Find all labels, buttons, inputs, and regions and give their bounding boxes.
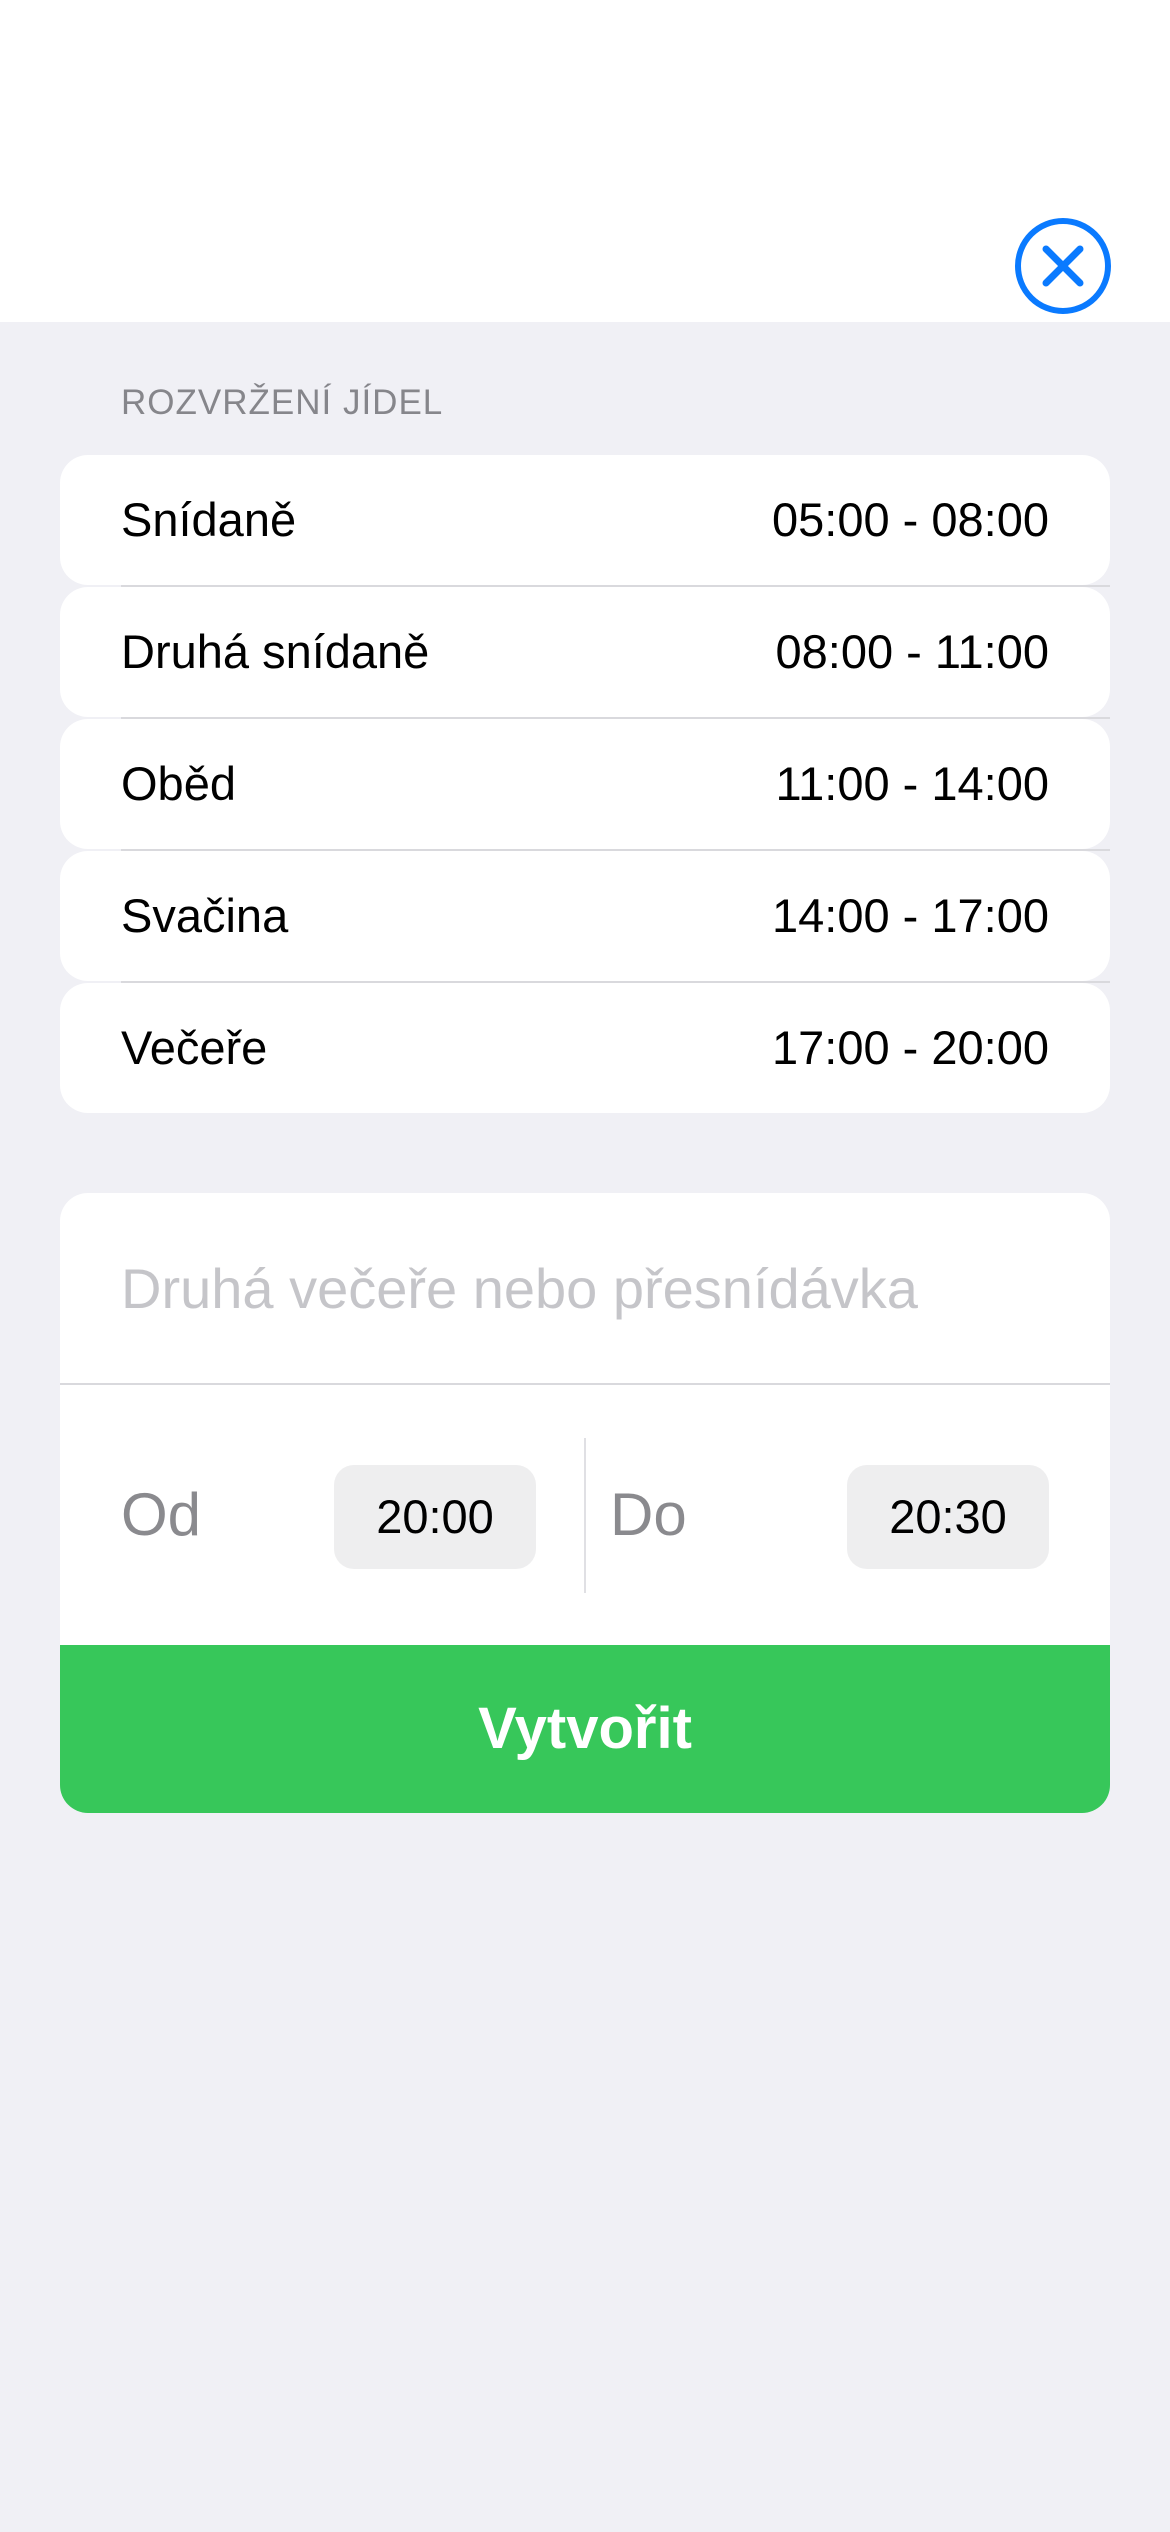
close-circle-icon: [1015, 218, 1111, 314]
to-time-picker[interactable]: 20:30: [847, 1465, 1049, 1569]
from-time-picker[interactable]: 20:00: [334, 1465, 536, 1569]
meal-list: Snídaně 05:00 - 08:00 Druhá snídaně 08:0…: [60, 455, 1110, 1115]
meal-name: Svačina: [121, 889, 289, 942]
meal-name: Druhá snídaně: [121, 625, 430, 678]
meal-name-input[interactable]: [60, 1193, 1110, 1383]
new-meal-form: Od 20:00 Do 20:30 Vytvořit: [60, 1193, 1110, 1813]
top-bar: [0, 0, 1170, 322]
meal-row-svacina[interactable]: Svačina 14:00 - 17:00: [60, 851, 1110, 983]
meal-row-vecere[interactable]: Večeře 17:00 - 20:00: [60, 983, 1110, 1113]
to-label: Do: [610, 1481, 687, 1548]
meal-time-range: 08:00 - 11:00: [775, 625, 1049, 678]
section-title: ROZVRŽENÍ JÍDEL: [121, 383, 444, 422]
time-divider: [584, 1438, 586, 1593]
meal-name: Večeře: [121, 1021, 268, 1074]
meal-time-range: 11:00 - 14:00: [775, 757, 1049, 810]
meal-time-range: 17:00 - 20:00: [772, 1021, 1049, 1074]
time-range-row: Od 20:00 Do 20:30: [60, 1385, 1110, 1645]
meal-time-range: 14:00 - 17:00: [772, 889, 1049, 942]
meal-name: Snídaně: [121, 493, 297, 546]
meal-row-druha-snidane[interactable]: Druhá snídaně 08:00 - 11:00: [60, 587, 1110, 719]
create-button[interactable]: Vytvořit: [60, 1645, 1110, 1813]
meal-row-snidane[interactable]: Snídaně 05:00 - 08:00: [60, 455, 1110, 587]
close-button[interactable]: [1013, 216, 1113, 316]
meal-time-range: 05:00 - 08:00: [772, 493, 1049, 546]
meal-row-obed[interactable]: Oběd 11:00 - 14:00: [60, 719, 1110, 851]
meal-name: Oběd: [121, 757, 236, 810]
from-label: Od: [121, 1481, 202, 1548]
